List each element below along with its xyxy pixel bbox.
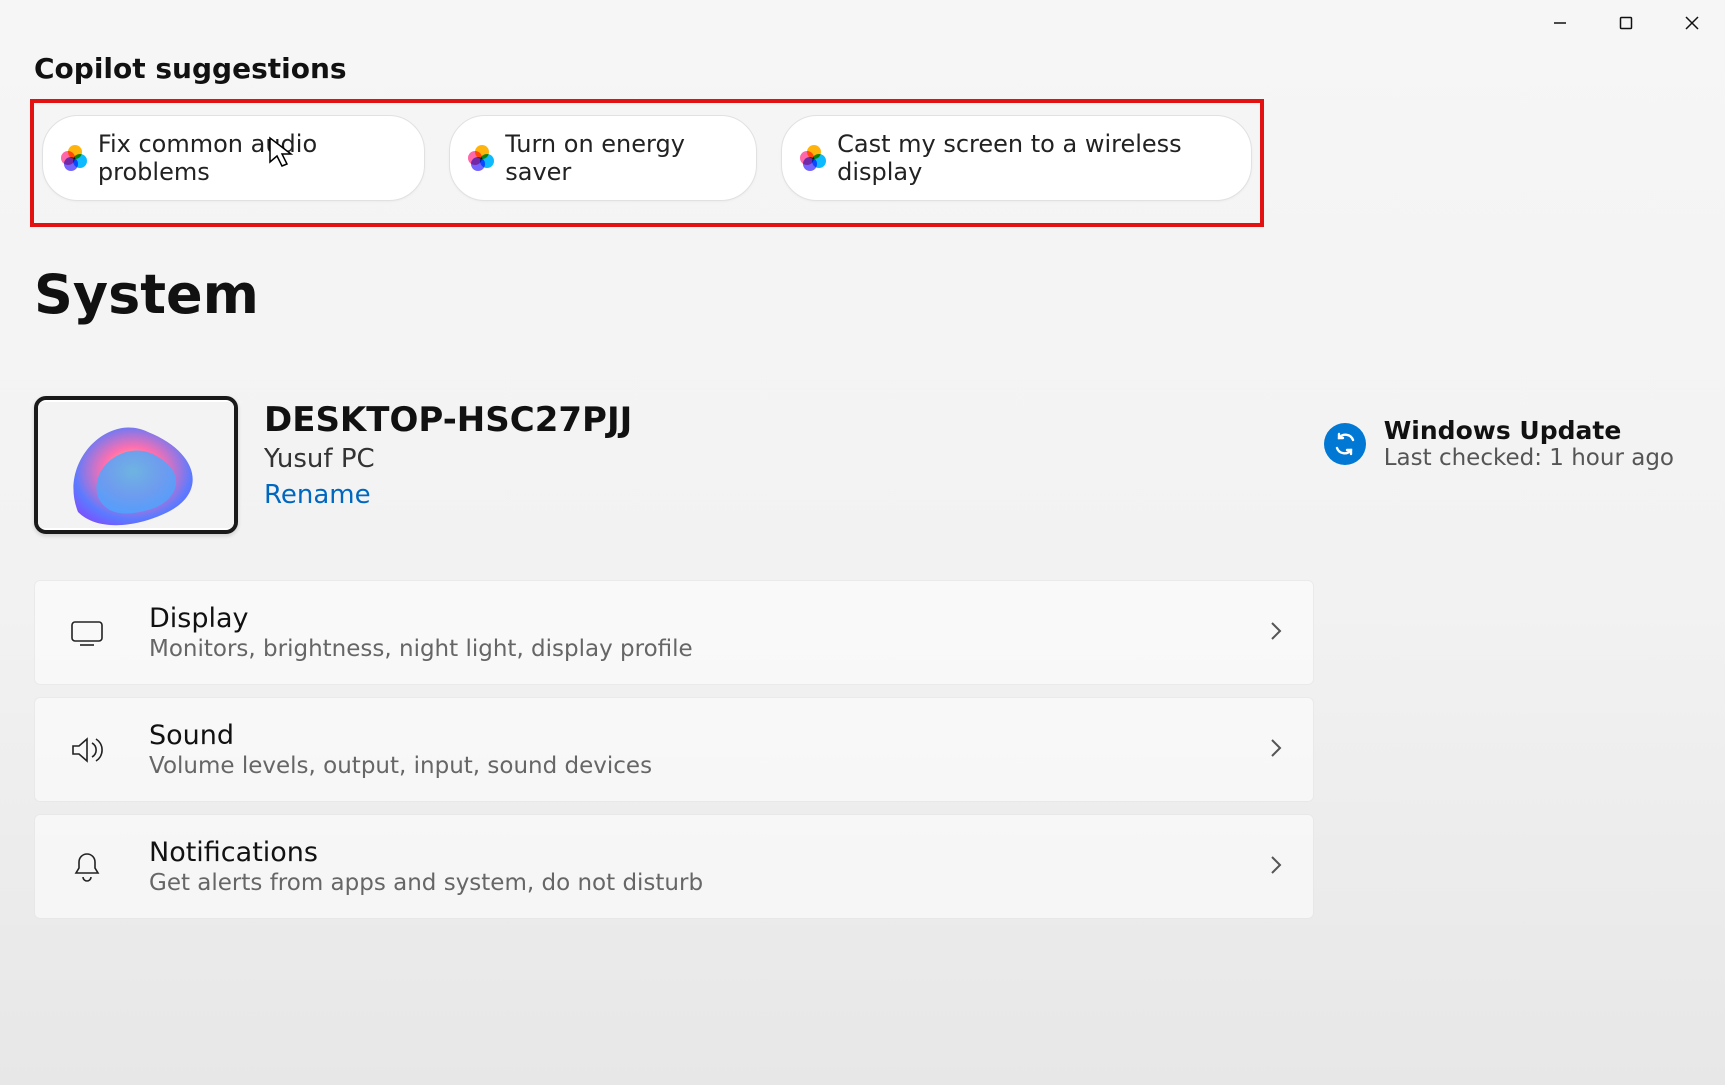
device-wallpaper-thumbnail[interactable] (34, 396, 238, 534)
maximize-icon (1619, 16, 1633, 30)
page-title: System (34, 263, 1694, 326)
copilot-suggestion-label: Cast my screen to a wireless display (837, 130, 1223, 186)
chevron-right-icon (1269, 620, 1283, 646)
copilot-suggestions-row: Fix common audio problems Turn on energy… (30, 99, 1264, 227)
device-summary: DESKTOP-HSC27PJJ Yusuf PC Rename Windows… (34, 396, 1694, 534)
minimize-button[interactable] (1527, 0, 1593, 46)
window-controls (1527, 0, 1725, 46)
settings-item-subtitle: Get alerts from apps and system, do not … (149, 870, 1229, 896)
copilot-icon (61, 145, 84, 171)
rename-link[interactable]: Rename (264, 480, 371, 510)
copilot-icon (800, 145, 823, 171)
copilot-suggestion[interactable]: Fix common audio problems (42, 115, 425, 201)
settings-item-sound[interactable]: Sound Volume levels, output, input, soun… (34, 697, 1314, 802)
update-icon (1324, 423, 1366, 465)
chevron-right-icon (1269, 737, 1283, 763)
copilot-suggestion[interactable]: Turn on energy saver (449, 115, 757, 201)
update-title: Windows Update (1384, 416, 1674, 445)
sync-icon (1333, 432, 1357, 456)
chevron-right-icon (1269, 854, 1283, 880)
settings-item-title: Notifications (149, 837, 1229, 868)
settings-item-display[interactable]: Display Monitors, brightness, night ligh… (34, 580, 1314, 685)
copilot-icon (468, 145, 491, 171)
settings-item-subtitle: Volume levels, output, input, sound devi… (149, 753, 1229, 779)
device-name: DESKTOP-HSC27PJJ (264, 400, 632, 440)
minimize-icon (1553, 16, 1567, 30)
copilot-suggestion[interactable]: Cast my screen to a wireless display (781, 115, 1252, 201)
bell-icon (65, 851, 109, 883)
device-label: Yusuf PC (264, 444, 632, 474)
wallpaper-swirl-icon (38, 402, 234, 528)
close-icon (1685, 16, 1699, 30)
windows-update-status[interactable]: Windows Update Last checked: 1 hour ago (1324, 416, 1674, 471)
settings-item-subtitle: Monitors, brightness, night light, displ… (149, 636, 1229, 662)
display-icon (65, 619, 109, 647)
settings-item-title: Sound (149, 720, 1229, 751)
settings-item-title: Display (149, 603, 1229, 634)
copilot-suggestion-label: Turn on energy saver (505, 130, 728, 186)
sound-icon (65, 735, 109, 765)
settings-item-notifications[interactable]: Notifications Get alerts from apps and s… (34, 814, 1314, 919)
update-subtitle: Last checked: 1 hour ago (1384, 445, 1674, 471)
copilot-heading: Copilot suggestions (34, 52, 1694, 85)
copilot-suggestion-label: Fix common audio problems (98, 130, 396, 186)
maximize-button[interactable] (1593, 0, 1659, 46)
settings-list: Display Monitors, brightness, night ligh… (34, 580, 1314, 919)
close-button[interactable] (1659, 0, 1725, 46)
